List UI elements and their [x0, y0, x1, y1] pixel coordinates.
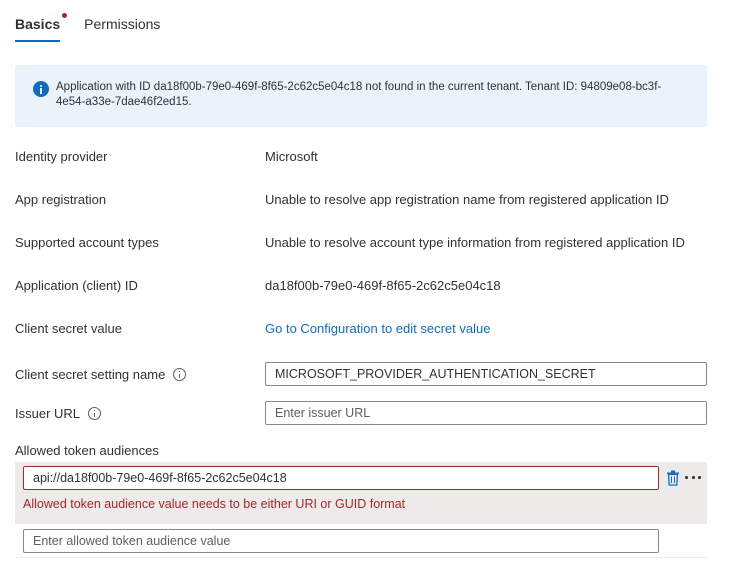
- tab-permissions-label: Permissions: [84, 16, 161, 32]
- tab-bar: Basics Permissions: [15, 13, 184, 44]
- audience-input[interactable]: [23, 466, 659, 490]
- client-id-label: Application (client) ID: [15, 278, 138, 293]
- identity-provider-value: Microsoft: [265, 149, 318, 164]
- tab-basics[interactable]: Basics: [15, 13, 68, 44]
- app-registration-label: App registration: [15, 192, 107, 207]
- new-audience-input[interactable]: [23, 529, 659, 553]
- audience-list-item: Allowed token audience value needs to be…: [15, 462, 707, 524]
- allowed-token-audiences-label: Allowed token audiences: [15, 443, 159, 458]
- client-secret-setting-name-label: Client secret setting name: [15, 367, 166, 382]
- supported-account-types-value: Unable to resolve account type informati…: [265, 235, 685, 250]
- info-banner: Application with ID da18f00b-79e0-469f-8…: [15, 65, 707, 127]
- info-tooltip-icon[interactable]: [173, 368, 187, 381]
- info-tooltip-icon[interactable]: [88, 407, 102, 420]
- app-registration-value: Unable to resolve app registration name …: [265, 192, 669, 207]
- unsaved-changes-dot: [62, 13, 68, 18]
- more-options-icon[interactable]: [683, 469, 703, 485]
- client-secret-setting-name-label-row: Client secret setting name: [15, 365, 187, 385]
- edit-secret-link[interactable]: Go to Configuration to edit secret value: [265, 319, 490, 339]
- divider: [15, 557, 707, 558]
- issuer-url-input[interactable]: [265, 401, 707, 425]
- issuer-url-label: Issuer URL: [15, 406, 81, 421]
- client-id-value: da18f00b-79e0-469f-8f65-2c62c5e04c18: [265, 278, 501, 293]
- trash-icon[interactable]: [666, 470, 680, 486]
- audience-error-message: Allowed token audience value needs to be…: [23, 497, 406, 511]
- issuer-url-label-row: Issuer URL: [15, 404, 102, 424]
- identity-provider-label: Identity provider: [15, 149, 108, 164]
- tab-permissions[interactable]: Permissions: [84, 14, 160, 44]
- supported-account-types-label: Supported account types: [15, 235, 159, 250]
- client-secret-setting-name-input[interactable]: [265, 362, 707, 386]
- client-secret-value-label: Client secret value: [15, 321, 122, 336]
- info-banner-text: Application with ID da18f00b-79e0-469f-8…: [56, 81, 662, 108]
- tab-basics-label: Basics: [15, 16, 61, 32]
- info-icon: [33, 81, 49, 97]
